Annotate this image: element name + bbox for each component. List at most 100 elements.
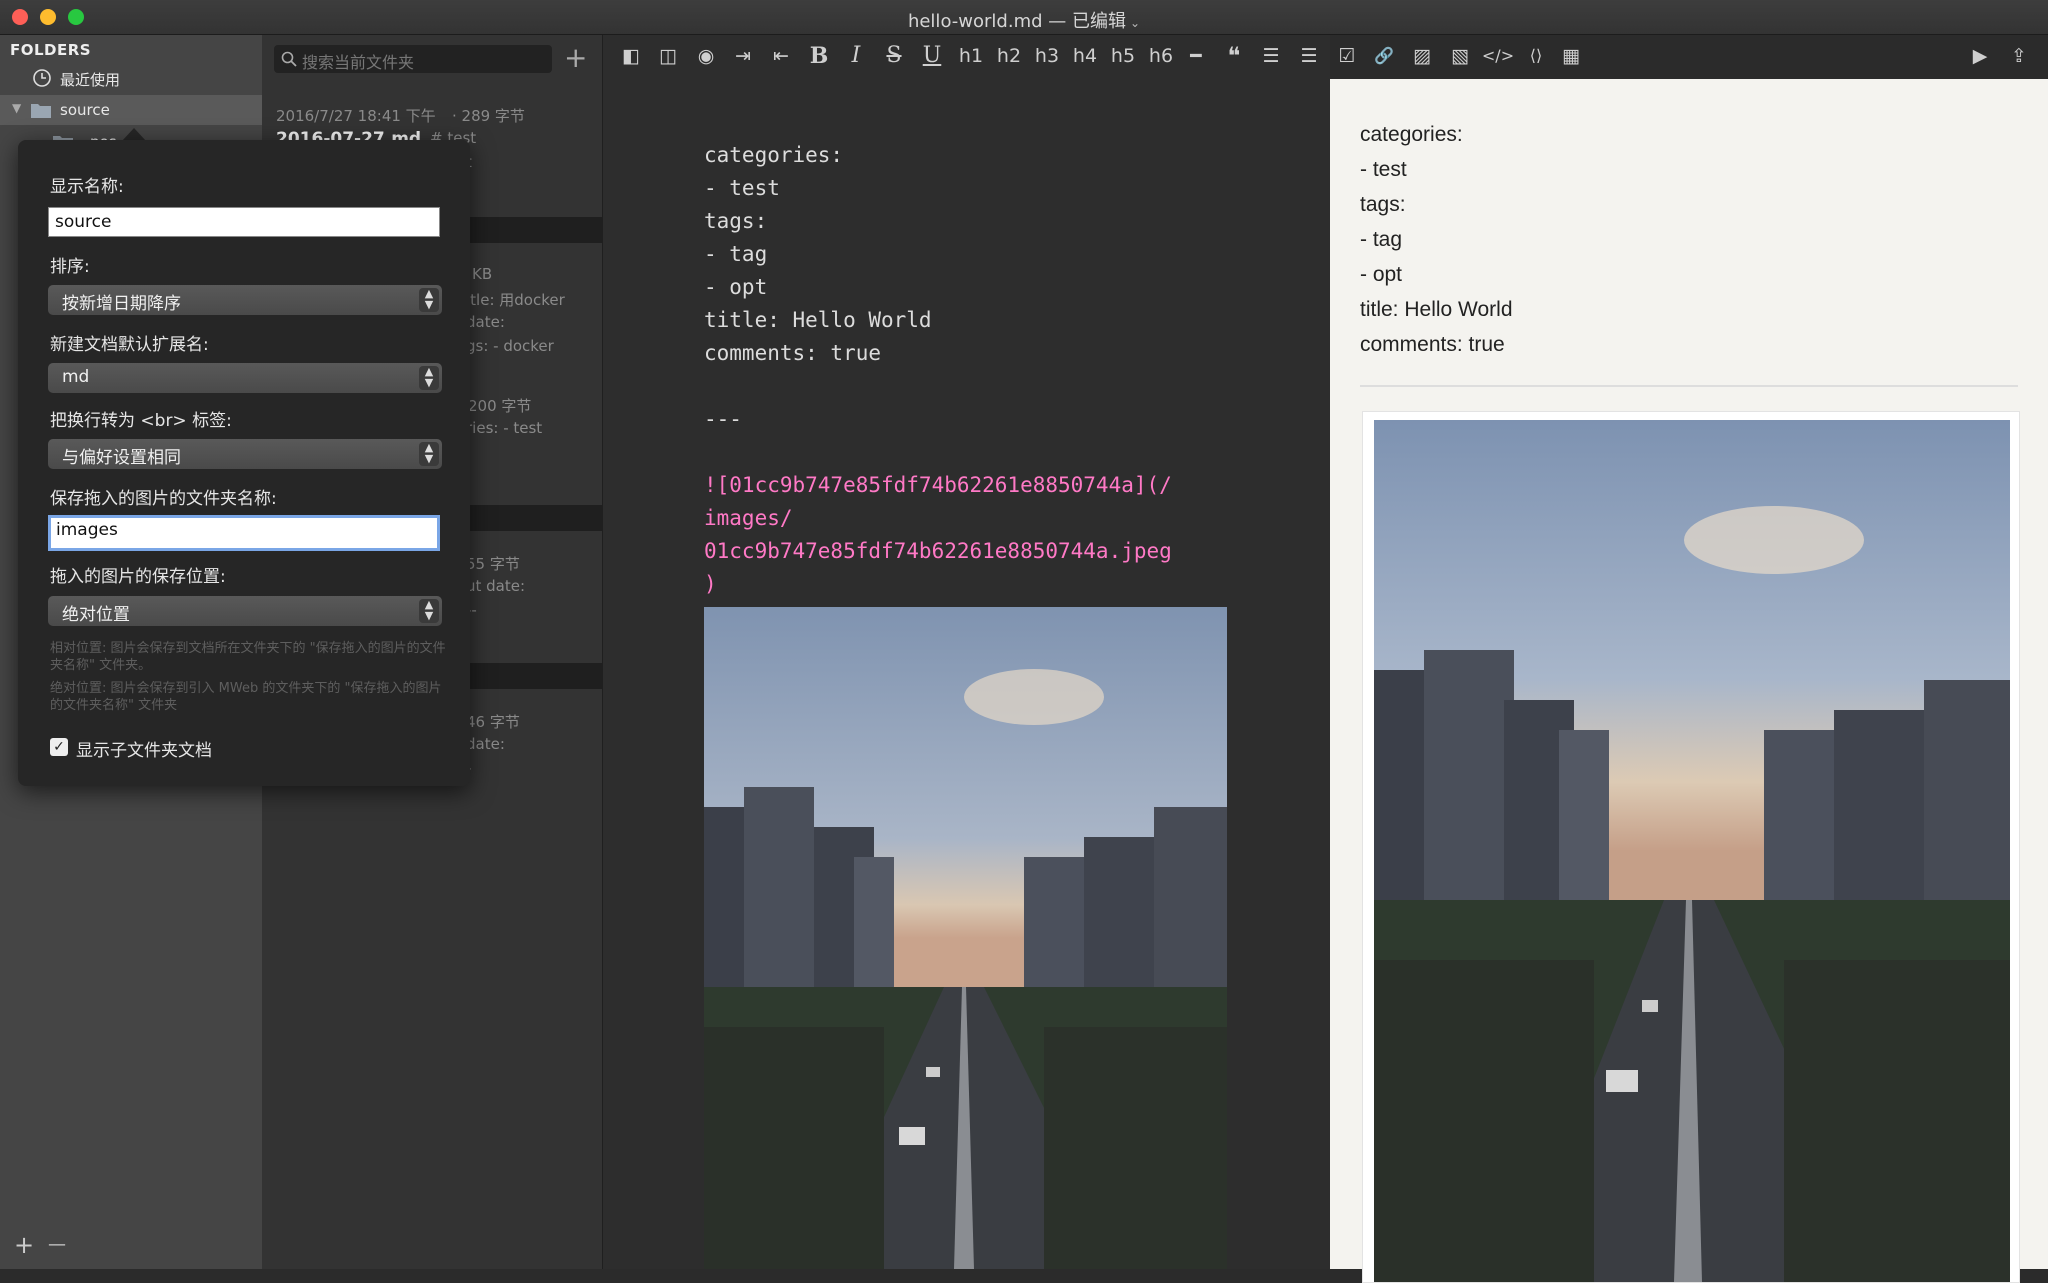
preview-line: - test: [1360, 158, 1407, 181]
preview-line: - opt: [1360, 263, 1403, 286]
display-name-label: 显示名称:: [50, 177, 124, 197]
image-location-label: 拖入的图片的保存位置:: [50, 567, 226, 587]
doc-snippet: date:: [466, 313, 505, 331]
heading-6-button[interactable]: h6: [1146, 43, 1176, 69]
folder-settings-popover: 显示名称: source 排序: 按新增日期降序 ▲ ▼ 新建文档默认扩展名: m…: [18, 140, 470, 786]
image-location-select[interactable]: 绝对位置 ▲ ▼: [48, 596, 442, 626]
image-link-line: images/: [704, 506, 793, 530]
window-title-text: hello-world.md — 已编辑: [907, 11, 1126, 32]
editor-line: title: Hello World: [704, 308, 932, 332]
blockquote-icon[interactable]: ❝: [1221, 43, 1247, 69]
doc-snippet: itle: 用docker: [466, 291, 565, 309]
up-down-arrow-icon: ▲ ▼: [419, 288, 439, 312]
remove-folder-button[interactable]: —: [48, 1234, 66, 1255]
display-name-input[interactable]: source: [48, 207, 440, 237]
editor-line: ---: [704, 407, 742, 431]
doc-snippet: ut date:: [466, 577, 526, 595]
preview-eye-icon[interactable]: ◉: [693, 43, 719, 69]
preview-divider: [1360, 385, 2018, 387]
add-folder-button[interactable]: +: [14, 1231, 34, 1259]
up-down-arrow-icon: ▲ ▼: [419, 599, 439, 623]
link-icon[interactable]: 🔗: [1371, 43, 1397, 69]
line-break-select[interactable]: 与偏好设置相同 ▲ ▼: [48, 439, 442, 469]
unordered-list-icon[interactable]: ☰: [1296, 43, 1322, 69]
image-link-line: 01cc9b747e85fdf74b62261e8850744a.jpeg: [704, 539, 1172, 563]
add-document-button[interactable]: +: [564, 41, 587, 74]
markdown-preview: categories: - test tags: - tag - opt tit…: [1330, 79, 2048, 1283]
table-icon[interactable]: ▦: [1558, 43, 1584, 69]
share-icon[interactable]: ⇪: [2006, 43, 2032, 69]
sort-label: 排序:: [50, 257, 90, 277]
default-extension-value: md: [62, 367, 90, 387]
doc-date: 2016/7/27 18:41 下午: [276, 107, 436, 125]
editor-line: - test: [704, 176, 780, 200]
chevron-down-icon[interactable]: ⌄: [1130, 16, 1140, 30]
editor-line: comments: true: [704, 341, 882, 365]
sort-select[interactable]: 按新增日期降序 ▲ ▼: [48, 285, 442, 315]
underline-icon[interactable]: U: [919, 43, 945, 69]
ordered-list-icon[interactable]: ☰: [1258, 43, 1284, 69]
sidebar-item-source[interactable]: ▼ source: [0, 95, 262, 125]
sidebar-item-recent[interactable]: 最近使用: [0, 63, 262, 93]
disclosure-triangle-icon[interactable]: ▼: [12, 101, 21, 115]
editor-line: categories:: [704, 143, 844, 167]
sidebar-item-label: 最近使用: [60, 71, 121, 89]
italic-icon[interactable]: I: [843, 43, 869, 69]
preview-line: categories:: [1360, 123, 1463, 146]
preview-image: [1374, 420, 2010, 1282]
show-subfolder-checkbox[interactable]: ✓: [50, 738, 68, 756]
absolute-location-hint: 绝对位置: 图片会保存到引入 MWeb 的文件夹下的 "保存拖入的图片的文件夹名…: [50, 681, 442, 713]
title-bar: hello-world.md — 已编辑 ⌄: [0, 0, 2048, 35]
search-icon: [281, 51, 297, 67]
image-location-value: 绝对位置: [62, 605, 130, 625]
split-view-icon[interactable]: ◫: [655, 43, 681, 69]
up-down-arrow-icon: ▲ ▼: [419, 366, 439, 390]
doc-size: 46 字节: [466, 713, 520, 731]
image-link-line: ): [704, 572, 717, 596]
bold-icon[interactable]: B: [806, 43, 832, 69]
doc-size: · 289 字节: [452, 107, 525, 125]
heading-4-button[interactable]: h4: [1070, 43, 1100, 69]
horizontal-rule-icon[interactable]: ━: [1183, 43, 1209, 69]
image-upload-icon[interactable]: ▧: [1447, 43, 1473, 69]
heading-1-button[interactable]: h1: [956, 43, 986, 69]
doc-size: KB: [472, 265, 493, 283]
editor-line: - tag: [704, 242, 768, 266]
heading-3-button[interactable]: h3: [1032, 43, 1062, 69]
strikethrough-icon[interactable]: S: [881, 43, 907, 69]
indent-icon[interactable]: ⇥: [730, 43, 756, 69]
image-folder-input[interactable]: images: [48, 515, 440, 551]
sort-select-value: 按新增日期降序: [62, 294, 181, 314]
preview-line: title: Hello World: [1360, 298, 1513, 321]
sidebar-item-label: source: [60, 101, 110, 119]
task-list-icon[interactable]: ☑: [1334, 43, 1360, 69]
default-extension-label: 新建文档默认扩展名:: [50, 335, 209, 355]
preview-image-card: [1362, 411, 2020, 1283]
editor-line: - opt: [704, 275, 768, 299]
code-block-icon[interactable]: ⟨⟩: [1519, 43, 1553, 69]
toggle-sidebar-icon[interactable]: ◧: [618, 43, 644, 69]
window-title[interactable]: hello-world.md — 已编辑 ⌄: [0, 7, 2048, 33]
heading-5-button[interactable]: h5: [1108, 43, 1138, 69]
markdown-editor[interactable]: categories: - test tags: - tag - opt tit…: [603, 35, 1330, 1269]
doc-snippet: ries: - test: [466, 419, 543, 437]
image-link-line: ![01cc9b747e85fdf74b62261e8850744a](/: [704, 473, 1172, 497]
line-break-value: 与偏好设置相同: [62, 448, 181, 468]
doc-size: 200 字节: [468, 397, 532, 415]
folder-icon: [31, 104, 51, 118]
relative-location-hint: 相对位置: 图片会保存到文档所在文件夹下的 "保存拖入的图片的文件夹名称" 文件…: [50, 641, 446, 673]
image-icon[interactable]: ▨: [1409, 43, 1435, 69]
formatting-toolbar: ◧ ◫ ◉ ⇥ ⇤ B I S U h1 h2 h3 h4 h5 h6 ━ ❝ …: [603, 35, 2048, 79]
preview-line: - tag: [1360, 228, 1403, 251]
search-field[interactable]: 搜索当前文件夹: [274, 45, 552, 73]
code-icon[interactable]: </>: [1481, 43, 1515, 69]
editor-inline-image: [704, 607, 1227, 1269]
heading-2-button[interactable]: h2: [994, 43, 1024, 69]
image-folder-label: 保存拖入的图片的文件夹名称:: [50, 489, 277, 509]
default-extension-select[interactable]: md ▲ ▼: [48, 363, 442, 393]
doc-snippet: gs: - docker: [466, 337, 554, 355]
present-icon[interactable]: ▶: [1967, 43, 1993, 69]
outdent-icon[interactable]: ⇤: [768, 43, 794, 69]
preview-line: comments: true: [1360, 333, 1505, 356]
clock-icon: [33, 69, 51, 87]
